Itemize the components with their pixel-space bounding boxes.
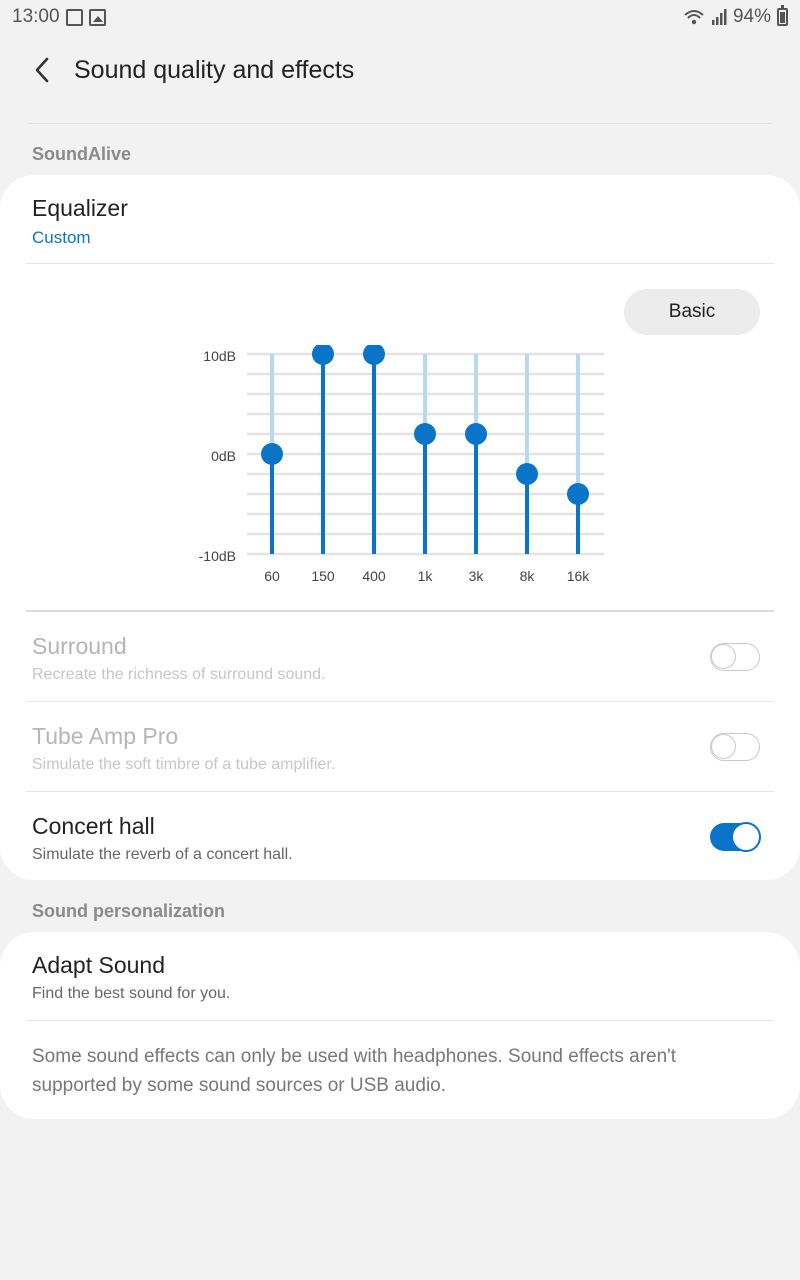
surround-row[interactable]: Surround Recreate the richness of surrou… bbox=[32, 633, 768, 684]
surround-toggle[interactable] bbox=[710, 643, 760, 671]
header-divider bbox=[28, 123, 772, 124]
battery-icon bbox=[777, 5, 788, 26]
tube-amp-row[interactable]: Tube Amp Pro Simulate the soft timbre of… bbox=[32, 723, 768, 774]
battery-percent: 94% bbox=[732, 6, 771, 27]
equalizer-row[interactable]: Equalizer Custom bbox=[32, 195, 768, 248]
surround-subtitle: Recreate the richness of surround sound. bbox=[32, 666, 326, 683]
toggle-knob bbox=[731, 822, 761, 852]
music-notification-icon bbox=[65, 8, 83, 26]
equalizer-title: Equalizer bbox=[32, 195, 128, 221]
eq-band-label: 60 bbox=[264, 568, 280, 584]
eq-band-knob[interactable] bbox=[261, 443, 283, 465]
eq-band-knob[interactable] bbox=[414, 423, 436, 445]
signal-icon bbox=[711, 9, 727, 25]
equalizer-divider bbox=[26, 263, 774, 264]
soundalive-card: Equalizer Custom Basic 10dB 0dB -10dB 60 150… bbox=[0, 175, 800, 880]
adapt-sound-row[interactable]: Adapt Sound Find the best sound for you. bbox=[32, 952, 768, 1003]
status-bar: 13:00 94% bbox=[0, 0, 800, 34]
adapt-divider bbox=[26, 1020, 774, 1021]
equalizer-graph[interactable]: 10dB 0dB -10dB 60 150 400 1k 3k 8k 16k bbox=[0, 345, 800, 595]
adapt-sound-title: Adapt Sound bbox=[32, 952, 166, 978]
surround-divider bbox=[26, 701, 774, 702]
eq-band-label: 400 bbox=[362, 568, 386, 584]
eq-band-knob[interactable] bbox=[516, 463, 538, 485]
basic-mode-button[interactable]: Basic bbox=[624, 289, 760, 335]
section-label-soundalive: SoundAlive bbox=[32, 144, 132, 164]
concert-hall-toggle[interactable] bbox=[710, 822, 761, 852]
back-button[interactable] bbox=[12, 40, 72, 100]
eq-band-label: 3k bbox=[469, 568, 485, 584]
eq-band-knob[interactable] bbox=[312, 345, 334, 365]
sound-effects-note: Some sound effects can only be used with… bbox=[32, 1046, 677, 1096]
tube-amp-divider bbox=[26, 791, 774, 792]
eq-band-knob[interactable] bbox=[363, 345, 385, 365]
adapt-sound-subtitle: Find the best sound for you. bbox=[32, 985, 231, 1002]
toggle-knob bbox=[711, 734, 736, 759]
equalizer-plot: 10dB 0dB -10dB 60 150 400 1k 3k 8k 16k bbox=[199, 345, 604, 584]
surround-title: Surround bbox=[32, 633, 127, 659]
tube-amp-subtitle: Simulate the soft timbre of a tube ampli… bbox=[32, 756, 336, 773]
back-arrow-icon bbox=[35, 57, 49, 83]
wifi-icon bbox=[684, 10, 704, 25]
section-label-personalization: Sound personalization bbox=[32, 901, 226, 921]
db-label-max: 10dB bbox=[203, 348, 236, 364]
db-label-zero: 0dB bbox=[211, 448, 236, 464]
page-title: Sound quality and effects bbox=[74, 55, 355, 84]
image-notification-icon bbox=[88, 8, 106, 26]
eq-band-label: 8k bbox=[520, 568, 536, 584]
eq-band-label: 16k bbox=[567, 568, 591, 584]
concert-hall-subtitle: Simulate the reverb of a concert hall. bbox=[32, 846, 293, 863]
app-header: Sound quality and effects bbox=[0, 34, 800, 106]
eq-band-label: 1k bbox=[418, 568, 434, 584]
tube-amp-toggle[interactable] bbox=[710, 733, 760, 761]
eq-bottom-divider bbox=[26, 610, 774, 612]
eq-band-knob[interactable] bbox=[567, 483, 589, 505]
tube-amp-title: Tube Amp Pro bbox=[32, 723, 179, 749]
eq-band-label: 150 bbox=[311, 568, 335, 584]
db-label-min: -10dB bbox=[199, 548, 236, 564]
concert-hall-row[interactable]: Concert hall Simulate the reverb of a co… bbox=[32, 813, 768, 864]
equalizer-preset: Custom bbox=[32, 228, 91, 247]
concert-hall-title: Concert hall bbox=[32, 813, 155, 839]
status-time: 13:00 bbox=[12, 6, 60, 27]
toggle-knob bbox=[711, 644, 736, 669]
personalization-card: Adapt Sound Find the best sound for you.… bbox=[0, 932, 800, 1119]
eq-band-knob[interactable] bbox=[465, 423, 487, 445]
